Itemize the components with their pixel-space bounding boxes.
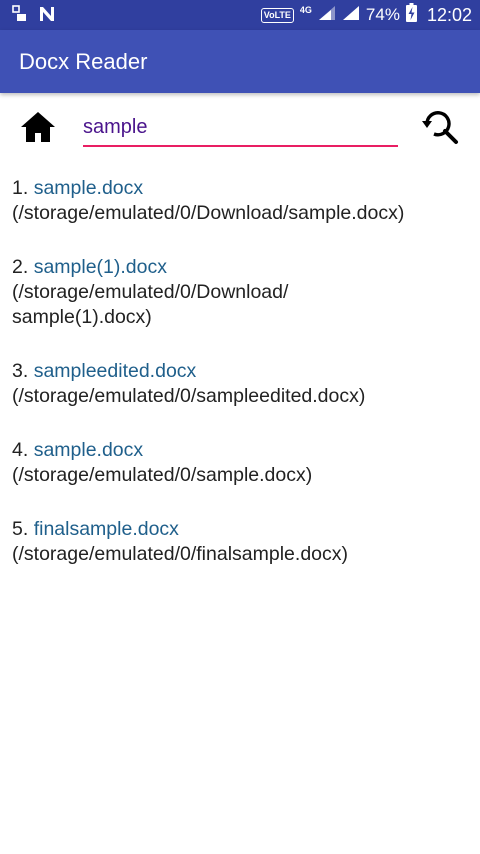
image-icon [12,5,28,28]
result-path: (/storage/emulated/0/Download/sample.doc… [12,202,405,224]
list-item: 1. sample.docx (/storage/emulated/0/Down… [12,176,468,226]
result-file-link[interactable]: sample(1).docx [34,256,167,278]
clock: 12:02 [426,4,472,25]
result-file-link[interactable]: finalsample.docx [34,518,179,540]
status-bar: VoLTE 4G 74% 12:02 [0,0,480,30]
app-bar: Docx Reader [0,30,480,93]
result-index: 4. [12,439,29,461]
screen: VoLTE 4G 74% 12:02 Docx Reader sample 1.… [0,0,480,854]
signal-icon [318,5,336,26]
list-item: 2. sample(1).docx (/storage/emulated/0/D… [12,255,468,330]
home-icon [18,112,58,151]
result-file-link[interactable]: sampleedited.docx [34,360,197,382]
result-index: 1. [12,177,29,199]
search-button[interactable] [420,107,464,147]
list-item: 4. sample.docx (/storage/emulated/0/samp… [12,438,468,488]
status-right: VoLTE 4G 74% 12:02 [260,0,472,30]
notification-n-icon [38,5,56,28]
result-file-link[interactable]: sample.docx [34,439,143,461]
result-path: (/storage/emulated/0/finalsample.docx) [12,543,349,565]
results-list: 1. sample.docx (/storage/emulated/0/Down… [12,176,468,596]
volte-icon: VoLTE [260,7,294,23]
network-type: 4G [299,5,312,15]
status-left [12,5,56,28]
list-item: 5. finalsample.docx (/storage/emulated/0… [12,517,468,567]
result-index: 2. [12,256,29,278]
result-file-link[interactable]: sample.docx [34,177,143,199]
result-index: 3. [12,360,29,382]
list-item: 3. sampleedited.docx (/storage/emulated/… [12,359,468,409]
signal-icon-secondary [342,5,360,26]
result-path: (/storage/emulated/0/sampleedited.docx) [12,385,366,407]
app-title: Docx Reader [19,49,148,74]
battery-charging-icon [405,3,417,27]
result-path: (/storage/emulated/0/sample.docx) [12,464,313,486]
search-input[interactable] [83,113,398,147]
home-button[interactable] [18,107,58,147]
battery-percent: 74% [365,5,400,24]
search-refresh-icon [420,111,464,151]
result-path: (/storage/emulated/0/Download/ [12,281,289,303]
result-index: 5. [12,518,29,540]
result-path-continued: sample(1).docx) [12,306,152,328]
